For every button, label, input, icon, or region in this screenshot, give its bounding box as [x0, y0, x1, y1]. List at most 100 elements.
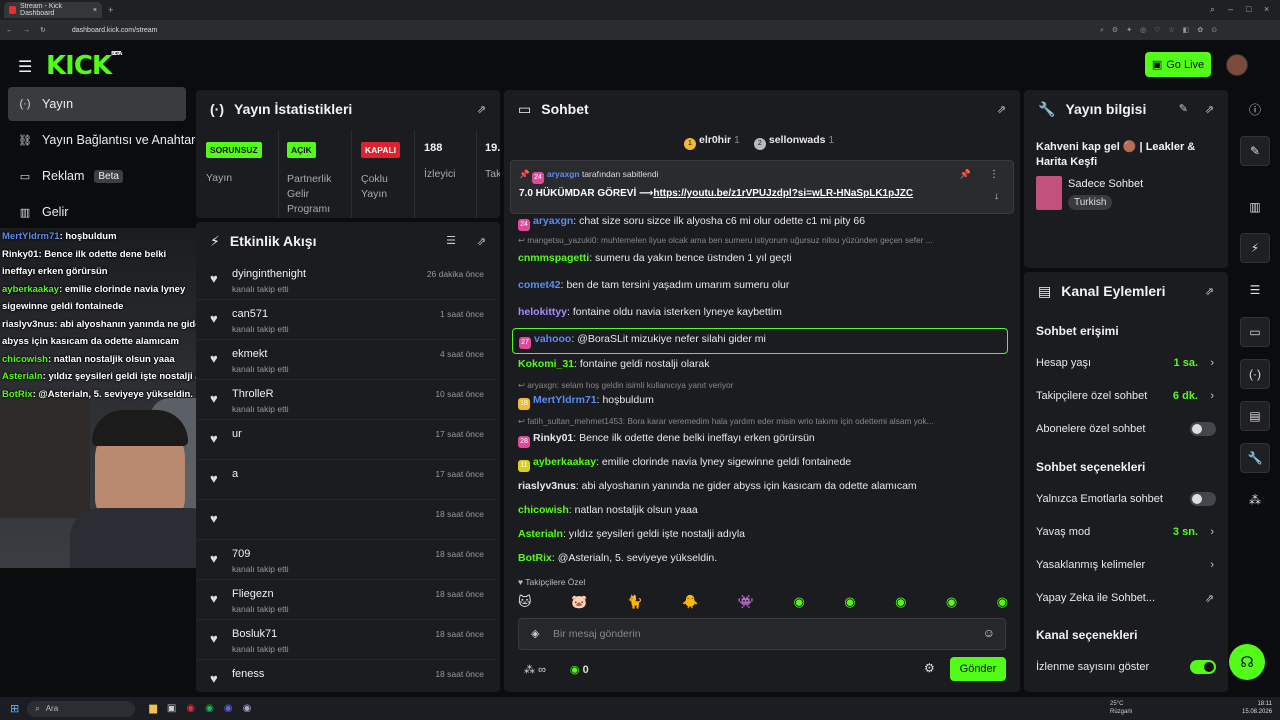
popout-icon[interactable]: ⇗	[997, 103, 1006, 116]
chat-username[interactable]: comet42	[518, 279, 561, 291]
reload-icon[interactable]: ↻	[40, 26, 46, 34]
chat-message[interactable]: 27 vahooo: @BoraSLit mizukiye nefer silah…	[512, 328, 1008, 354]
activity-item[interactable]: ♥ Bosluk71 kanalı takip etti 18 saat önc…	[196, 620, 496, 660]
edit-rail-icon[interactable]: ✎	[1240, 136, 1270, 166]
emote-6-icon[interactable]: ◉	[794, 594, 805, 612]
chat-username[interactable]: helokittyy	[518, 306, 567, 318]
view-count-toggle[interactable]	[1190, 660, 1216, 674]
chat-message[interactable]: Kokomi_31: fontaine geldi nostalji olara…	[518, 358, 1008, 370]
nav-item-revenue[interactable]: ▥ Gelir	[8, 195, 186, 229]
account-age-row[interactable]: Hesap yaşı 1 sa. ›	[1036, 353, 1216, 373]
windows-start-icon[interactable]: ⊞	[10, 702, 19, 715]
chat-message[interactable]: comet42: ben de tam tersini yaşadım umar…	[518, 279, 1008, 291]
slow-mode-row[interactable]: Yavaş mod 3 sn. ›	[1036, 522, 1216, 542]
expand-icon[interactable]: ↓	[994, 191, 999, 202]
chat-username[interactable]: cnmmspagetti	[518, 252, 589, 264]
actions-rail-icon[interactable]: ▤	[1240, 401, 1270, 431]
activity-item[interactable]: ♥ a 17 saat önce	[196, 460, 496, 500]
emote-7-icon[interactable]: ◉	[844, 594, 855, 612]
popout-icon[interactable]: ⇗	[1205, 103, 1214, 116]
emote-4-icon[interactable]: 🐥	[682, 594, 698, 612]
chat-message[interactable]: Asterialn: yıldız şeysileri geldi işte n…	[518, 528, 1008, 540]
message-input[interactable]: ◈ Bir mesaj gönderin ☺	[518, 618, 1006, 650]
opera-icon[interactable]: ◉	[186, 703, 195, 714]
nav-item-stream-key[interactable]: ⛓ Yayın Bağlantısı ve Anahtar	[8, 123, 195, 157]
activity-item[interactable]: ♥ ThrolleR kanalı takip etti 10 saat önc…	[196, 380, 496, 420]
close-window-icon[interactable]: ×	[1264, 4, 1269, 14]
ai-chat-row[interactable]: Yapay Zeka ile Sohbet... ⇗	[1036, 588, 1216, 608]
chat-username[interactable]: vahooo	[534, 333, 571, 345]
discord-icon[interactable]: ◉	[224, 703, 233, 714]
files-icon[interactable]: ▣	[167, 703, 176, 714]
emote-3-icon[interactable]: 🐈	[627, 594, 643, 612]
search-tabs-icon[interactable]: ⌕	[1210, 4, 1215, 15]
maximize-icon[interactable]: □	[1246, 4, 1251, 14]
chat-message[interactable]: helokittyy: fontaine oldu navia isterken…	[518, 306, 1008, 318]
chat-message[interactable]: 11 ayberkaakay: emilie clorinde navia lyn…	[518, 456, 1008, 472]
popout-icon[interactable]: ⇗	[1205, 285, 1214, 298]
activity-user[interactable]: 709	[232, 548, 250, 560]
wrench-rail-icon[interactable]: 🔧	[1240, 443, 1270, 473]
chat-message[interactable]: cnmmspagetti: sumeru da yakın bence üstn…	[518, 252, 1008, 264]
broadcast-rail-icon[interactable]: (·)	[1240, 359, 1270, 389]
info-icon[interactable]: ⓘ	[1240, 94, 1270, 124]
settings-icon[interactable]: ⚙	[924, 661, 935, 675]
weather[interactable]: 25°C Rüzgarlı	[1110, 700, 1132, 716]
popout-icon[interactable]: ⇗	[477, 103, 486, 116]
chat-username[interactable]: riaslyv3nus	[518, 480, 576, 492]
chat-message[interactable]: chicowish: natlan nostaljik olsun yaaa	[518, 504, 1008, 516]
kick-logo[interactable]: KICKBETA	[46, 51, 122, 81]
activity-item[interactable]: ♥ dyinginthenight kanalı takip etti 26 d…	[196, 260, 496, 300]
chat-message[interactable]: 24 aryaxgn: chat size soru sizce ilk alyo…	[518, 215, 1008, 231]
go-live-button[interactable]: ▣ Go Live	[1145, 52, 1211, 77]
taskbar-search[interactable]: ⌕ Ara	[27, 700, 136, 717]
activity-user[interactable]: a	[232, 468, 238, 480]
more-icon[interactable]: ⋮	[989, 169, 999, 180]
activity-user[interactable]: ur	[232, 428, 242, 440]
category[interactable]: Sadece Sohbet	[1068, 178, 1143, 190]
clock[interactable]: 18:11 15.08.2026	[1242, 700, 1272, 716]
chat-message[interactable]: BotRix: @Asterialn, 5. seviyeye yükseldi…	[518, 552, 1008, 564]
top-gifter-2[interactable]: 2 sellonwads 1	[753, 134, 834, 150]
avatar[interactable]	[1226, 54, 1248, 76]
stats-rail-icon[interactable]: ▥	[1240, 192, 1270, 222]
chat-message[interactable]: 18 MertYldrm71: hoşbuldum	[518, 394, 1008, 410]
chat-username[interactable]: Asterialn	[518, 528, 563, 540]
apps-rail-icon[interactable]: ⁂	[1240, 485, 1270, 515]
edit-icon[interactable]: ✎	[1179, 102, 1188, 115]
activity-item[interactable]: ♥ 709 kanalı takip etti 18 saat önce	[196, 540, 496, 580]
chat-rail-icon[interactable]: ▭	[1240, 317, 1270, 347]
activity-user[interactable]: ekmekt	[232, 348, 267, 360]
popout-icon[interactable]: ⇗	[477, 235, 486, 248]
spotify-icon[interactable]: ◉	[205, 703, 214, 714]
chat-username[interactable]: Rinky01	[533, 432, 573, 444]
emote-10-icon[interactable]: ◉	[997, 594, 1008, 612]
close-tab-icon[interactable]: ×	[93, 7, 97, 14]
nav-item-ads[interactable]: ▭ Reklam Beta	[8, 159, 186, 193]
nav-item-stream[interactable]: (·) Yayın	[8, 87, 186, 121]
emotes-only-toggle[interactable]	[1190, 492, 1216, 506]
chat-username[interactable]: ayberkaakay	[533, 456, 596, 468]
activity-item[interactable]: ♥ ur 17 saat önce	[196, 420, 496, 460]
steam-icon[interactable]: ◉	[243, 703, 252, 714]
forward-icon[interactable]: →	[23, 27, 30, 34]
chat-username[interactable]: aryaxgn	[533, 215, 573, 227]
emote-9-icon[interactable]: ◉	[946, 594, 957, 612]
chat-message[interactable]: 28 Rinky01: Bence ilk odette dene belki i…	[518, 432, 1008, 448]
activity-item[interactable]: ♥ Fliegezn kanalı takip etti 18 saat önc…	[196, 580, 496, 620]
activity-user[interactable]: dyinginthenight	[232, 268, 306, 280]
unpin-icon[interactable]: 📌	[960, 169, 971, 180]
emote-8-icon[interactable]: ◉	[895, 594, 906, 612]
activity-user[interactable]: ThrolleR	[232, 388, 274, 400]
send-button[interactable]: Gönder	[950, 657, 1006, 681]
pinned-link[interactable]: https://youtu.be/z1rVPUJzdpl?si=wLR-HNaS…	[653, 188, 913, 199]
activity-user[interactable]: Fliegezn	[232, 588, 274, 600]
activity-user[interactable]: feness	[232, 668, 264, 680]
activity-item[interactable]: ♥ ekmekt kanalı takip etti 4 saat önce	[196, 340, 496, 380]
subscribers-only-toggle[interactable]	[1190, 422, 1216, 436]
menu-icon[interactable]: ☰	[18, 57, 32, 77]
activity-user[interactable]: Bosluk71	[232, 628, 277, 640]
explorer-icon[interactable]: ▆	[149, 703, 157, 714]
chat-username[interactable]: BotRix	[518, 552, 552, 564]
lightning-rail-icon[interactable]: ⚡	[1240, 233, 1270, 263]
